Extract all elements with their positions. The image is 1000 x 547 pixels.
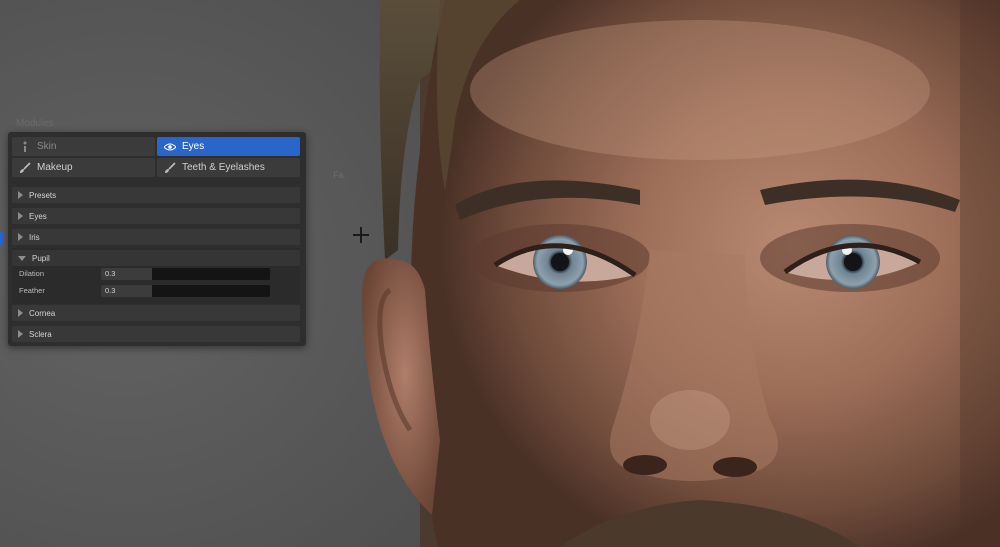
panel-heading: Modules [16,118,54,129]
expand-arrow-icon [18,330,23,338]
section-label: Eyes [29,211,47,221]
dilation-slider[interactable]: 0.3 [101,267,270,280]
section-pupil[interactable]: Pupil [12,250,300,266]
slider-value: 0.3 [105,285,116,295]
section-label: Cornea [29,308,56,318]
section-iris[interactable]: Iris [12,229,300,245]
tab-eyes[interactable]: Eyes [157,137,300,156]
feather-slider[interactable]: 0.3 [101,284,270,297]
brush-icon [163,161,177,175]
tab-teeth-eyelashes-label: Teeth & Eyelashes [182,162,265,173]
section-sclera[interactable]: Sclera [12,326,300,342]
tab-eyes-label: Eyes [182,141,205,152]
eye-icon [163,140,177,154]
section-label: Sclera [29,329,52,339]
eyes-module-panel: Skin Eyes Makeup Teeth & Eyelashes Prese… [8,132,306,346]
collapse-arrow-icon [18,255,26,261]
tab-makeup-label: Makeup [37,162,73,173]
expand-arrow-icon [18,309,23,317]
expand-arrow-icon [18,233,23,241]
expand-arrow-icon [18,212,23,220]
property-row-dilation: Dilation 0.3 [12,266,300,281]
property-label: Feather [19,286,45,295]
section-cornea[interactable]: Cornea [12,305,300,321]
crosshair-cursor [353,227,369,243]
slider-value: 0.3 [105,268,116,278]
faint-viewport-label: Fa [333,170,344,180]
section-label: Pupil [32,253,50,263]
property-row-feather: Feather 0.3 [12,283,300,298]
section-eyes[interactable]: Eyes [12,208,300,224]
section-presets[interactable]: Presets [12,187,300,203]
section-label: Iris [29,232,40,242]
tab-skin-label: Skin [37,141,57,152]
edge-indicator [0,232,3,246]
tab-makeup[interactable]: Makeup [12,158,155,177]
property-label: Dilation [19,269,45,278]
expand-arrow-icon [18,191,23,199]
section-label: Presets [29,190,57,200]
skin-icon [18,140,32,154]
tab-skin[interactable]: Skin [12,137,155,156]
tab-teeth-eyelashes[interactable]: Teeth & Eyelashes [157,158,300,177]
brush-icon [18,161,32,175]
